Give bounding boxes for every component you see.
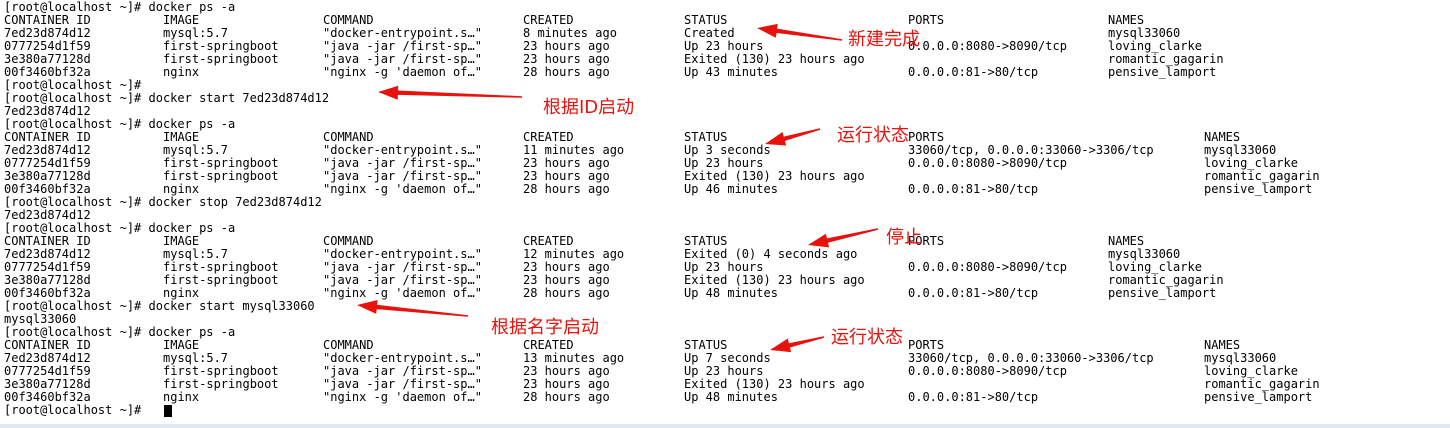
arrow-icon	[378, 85, 522, 100]
arrow-icon	[765, 128, 821, 146]
arrow-icon	[770, 336, 825, 353]
arrow-icon	[757, 23, 843, 41]
annotation-arrows	[357, 23, 879, 353]
window-bottom-edge	[0, 424, 1450, 428]
arrow-icon	[808, 228, 879, 248]
arrow-icon	[357, 300, 469, 317]
